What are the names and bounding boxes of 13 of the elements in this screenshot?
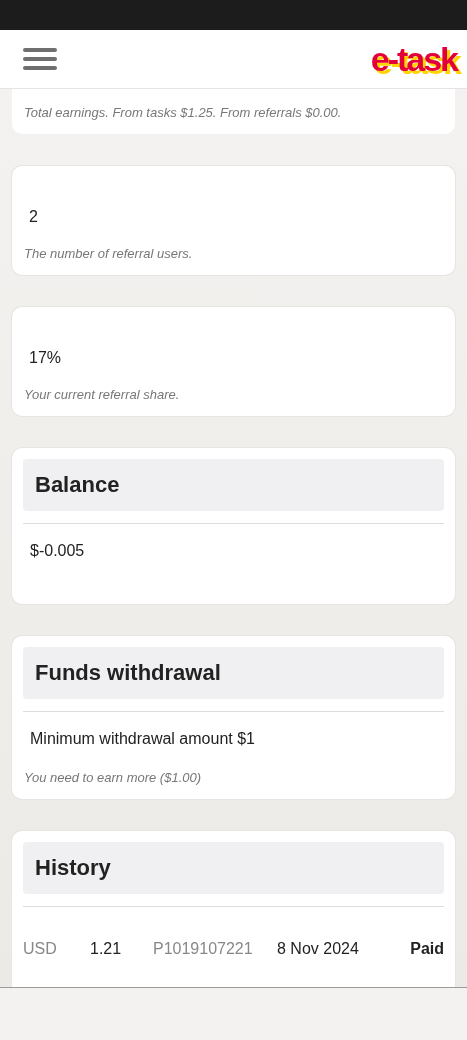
note-text: You need to earn more ($1.00) — [23, 770, 203, 785]
minimum-text: Minimum withdrawal amount $1 — [29, 729, 256, 749]
section-heading: Balance — [23, 459, 444, 511]
stat-value: 17% — [28, 348, 63, 368]
stat-caption: The number of referral users. — [23, 246, 194, 261]
balance-amount: $-0.005 — [29, 541, 86, 561]
section-heading: Funds withdrawal — [23, 647, 444, 699]
section-heading: History — [23, 842, 444, 894]
stat-caption: Total earnings. From tasks $1.25. From referrals $0.00. — [23, 105, 343, 120]
stat-caption: Your current referral share. — [23, 387, 181, 402]
logo[interactable]: e-task — [370, 39, 457, 79]
stat-value: 2 — [28, 207, 39, 227]
menu-icon[interactable] — [23, 48, 57, 70]
